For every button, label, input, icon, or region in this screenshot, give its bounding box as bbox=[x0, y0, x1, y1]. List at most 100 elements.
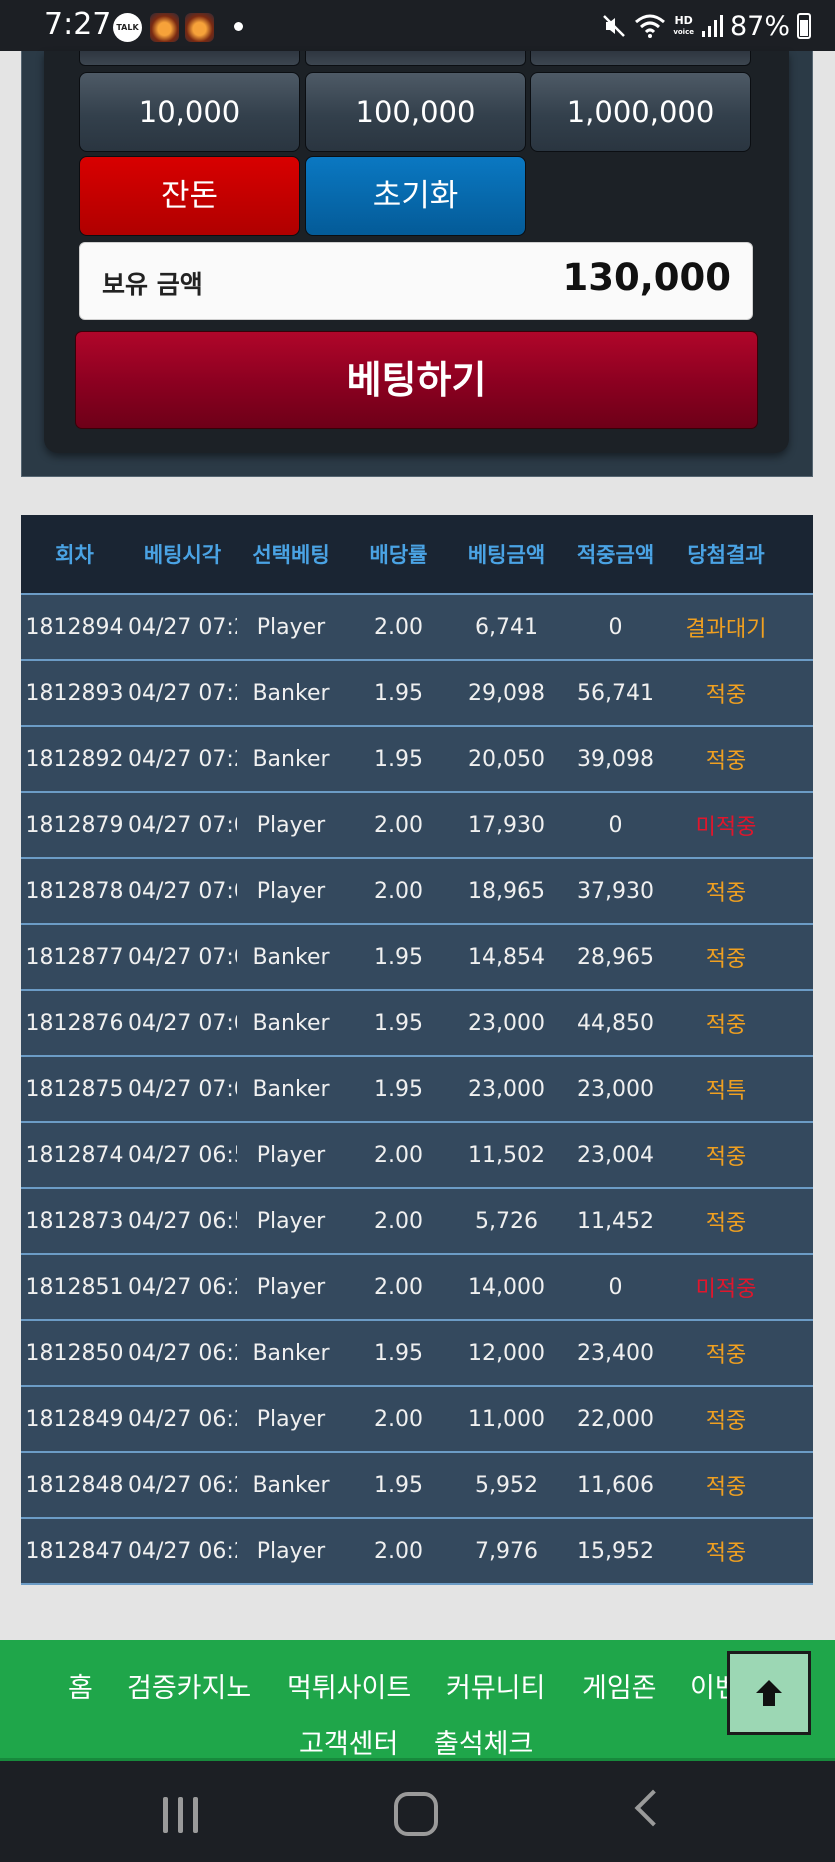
cell-odds: 1.95 bbox=[374, 1076, 423, 1102]
table-row: 181285104/27 06:29 Player 2.00 14,000 0 미적중 bbox=[21, 1255, 813, 1321]
cell-selection: Player bbox=[256, 1274, 326, 1300]
balance-box: 보유 금액 130,000 bbox=[79, 242, 753, 320]
cell-round: 1812879 bbox=[25, 812, 124, 838]
game-app-icon bbox=[150, 13, 179, 42]
nav-customer-center[interactable]: 고객센터 bbox=[299, 1722, 398, 1761]
change-button[interactable]: 잔돈 bbox=[79, 156, 300, 236]
nav-scam-sites[interactable]: 먹튀사이트 bbox=[287, 1666, 411, 1705]
cell-round: 1812851 bbox=[25, 1274, 124, 1300]
cell-odds: 2.00 bbox=[374, 812, 423, 838]
home-icon[interactable] bbox=[394, 1792, 438, 1836]
cell-result: 적중 bbox=[705, 947, 747, 972]
cell-win-amount: 23,004 bbox=[577, 1142, 654, 1168]
chip-button-partial[interactable] bbox=[79, 51, 300, 66]
game-app-icon bbox=[185, 13, 214, 42]
cell-round: 1812850 bbox=[25, 1340, 124, 1366]
cell-result: 미적중 bbox=[695, 1277, 757, 1302]
cell-bet-amount: 18,965 bbox=[468, 878, 545, 904]
voice-label: voice bbox=[673, 27, 694, 36]
header-bet-amount: 베팅금액 bbox=[467, 543, 546, 567]
cell-odds: 1.95 bbox=[374, 1472, 423, 1498]
cell-selection: Player bbox=[256, 1142, 326, 1168]
cell-bet-amount: 14,854 bbox=[468, 944, 545, 970]
cell-bet-amount: 29,098 bbox=[468, 680, 545, 706]
cell-bet-amount: 6,741 bbox=[475, 614, 538, 640]
cell-win-amount: 37,930 bbox=[577, 878, 654, 904]
cell-odds: 1.95 bbox=[374, 1340, 423, 1366]
cell-odds: 2.00 bbox=[374, 1208, 423, 1234]
scroll-to-top-button[interactable] bbox=[727, 1651, 811, 1735]
cell-selection: Player bbox=[256, 614, 326, 640]
cell-odds: 2.00 bbox=[374, 1142, 423, 1168]
header-selection: 선택베팅 bbox=[252, 543, 330, 567]
chip-button-partial[interactable] bbox=[305, 51, 526, 66]
recent-apps-icon[interactable] bbox=[163, 1797, 201, 1833]
cell-selection: Banker bbox=[252, 746, 330, 772]
cell-win-amount: 0 bbox=[608, 812, 623, 838]
cell-result: 적중 bbox=[705, 1409, 747, 1434]
chip-100000-button[interactable]: 100,000 bbox=[305, 72, 526, 152]
nav-attendance[interactable]: 출석체크 bbox=[434, 1722, 533, 1761]
nav-verified-casino[interactable]: 검증카지노 bbox=[127, 1666, 251, 1705]
cell-bet-amount: 20,050 bbox=[468, 746, 545, 772]
cell-win-amount: 0 bbox=[608, 614, 623, 640]
cell-bet-time: 04/27 07:01 bbox=[128, 1076, 237, 1102]
cell-selection: Banker bbox=[252, 680, 330, 706]
cell-win-amount: 0 bbox=[608, 1274, 623, 1300]
back-icon[interactable] bbox=[634, 1789, 672, 1827]
status-bar: 7:27 TALK HD voice 87% bbox=[0, 0, 835, 51]
cell-selection: Banker bbox=[252, 1472, 330, 1498]
cell-bet-amount: 5,952 bbox=[475, 1472, 538, 1498]
nav-home[interactable]: 홈 bbox=[68, 1666, 93, 1705]
more-notifications-icon bbox=[234, 22, 243, 31]
cell-round: 1812878 bbox=[25, 878, 124, 904]
cell-bet-amount: 11,000 bbox=[468, 1406, 545, 1432]
cell-bet-time: 04/27 06:59 bbox=[128, 1142, 237, 1168]
reset-button[interactable]: 초기화 bbox=[305, 156, 526, 236]
cell-win-amount: 23,000 bbox=[577, 1076, 654, 1102]
cell-round: 1812892 bbox=[25, 746, 124, 772]
hd-label: HD bbox=[674, 13, 693, 27]
cell-win-amount: 11,452 bbox=[577, 1208, 654, 1234]
cell-odds: 2.00 bbox=[374, 1538, 423, 1564]
header-result: 당첨결과 bbox=[687, 543, 765, 567]
battery-icon bbox=[797, 13, 811, 39]
cell-bet-time: 04/27 06:28 bbox=[128, 1340, 237, 1366]
cell-result: 적중 bbox=[705, 881, 747, 906]
cell-bet-amount: 7,976 bbox=[475, 1538, 538, 1564]
cell-win-amount: 44,850 bbox=[577, 1010, 654, 1036]
cell-win-amount: 39,098 bbox=[577, 746, 654, 772]
table-row: 181284804/27 06:25 Banker 1.95 5,952 11,606 적… bbox=[21, 1453, 813, 1519]
cell-bet-time: 04/27 06:58 bbox=[128, 1208, 237, 1234]
cell-win-amount: 15,952 bbox=[577, 1538, 654, 1564]
cell-result: 적특 bbox=[705, 1079, 747, 1104]
cell-result: 적중 bbox=[705, 1013, 747, 1038]
cell-selection: Player bbox=[256, 812, 326, 838]
cell-round: 1812874 bbox=[25, 1142, 124, 1168]
footer-nav: 홈 검증카지노 먹튀사이트 커뮤니티 게임존 이벤트 고객센터 출석체크 bbox=[0, 1640, 835, 1761]
cell-bet-amount: 12,000 bbox=[468, 1340, 545, 1366]
header-bet-time: 베팅시각 bbox=[143, 543, 222, 567]
chip-1000000-button[interactable]: 1,000,000 bbox=[530, 72, 751, 152]
nav-game-zone[interactable]: 게임존 bbox=[582, 1666, 657, 1705]
cell-bet-time: 04/27 07:25 bbox=[128, 680, 237, 706]
cell-round: 1812875 bbox=[25, 1076, 124, 1102]
cell-selection: Player bbox=[256, 1208, 326, 1234]
chip-button-partial[interactable] bbox=[530, 51, 751, 66]
cell-win-amount: 22,000 bbox=[577, 1406, 654, 1432]
cell-odds: 2.00 bbox=[374, 878, 423, 904]
cell-bet-amount: 14,000 bbox=[468, 1274, 545, 1300]
system-nav-bar bbox=[0, 1761, 835, 1862]
cell-bet-time: 04/27 07:05 bbox=[128, 878, 237, 904]
cell-round: 1812876 bbox=[25, 1010, 124, 1036]
cell-selection: Player bbox=[256, 1538, 326, 1564]
kakaotalk-icon: TALK bbox=[113, 13, 142, 42]
cell-win-amount: 28,965 bbox=[577, 944, 654, 970]
chip-10000-button[interactable]: 10,000 bbox=[79, 72, 300, 152]
table-row: 181287304/27 06:58 Player 2.00 5,726 11,452 적… bbox=[21, 1189, 813, 1255]
nav-community[interactable]: 커뮤니티 bbox=[446, 1666, 545, 1705]
header-odds: 배당률 bbox=[369, 543, 428, 567]
table-row: 181287704/27 07:03 Banker 1.95 14,854 28,965… bbox=[21, 925, 813, 991]
place-bet-button[interactable]: 베팅하기 bbox=[75, 331, 758, 429]
cell-bet-time: 04/27 07:23 bbox=[128, 746, 237, 772]
